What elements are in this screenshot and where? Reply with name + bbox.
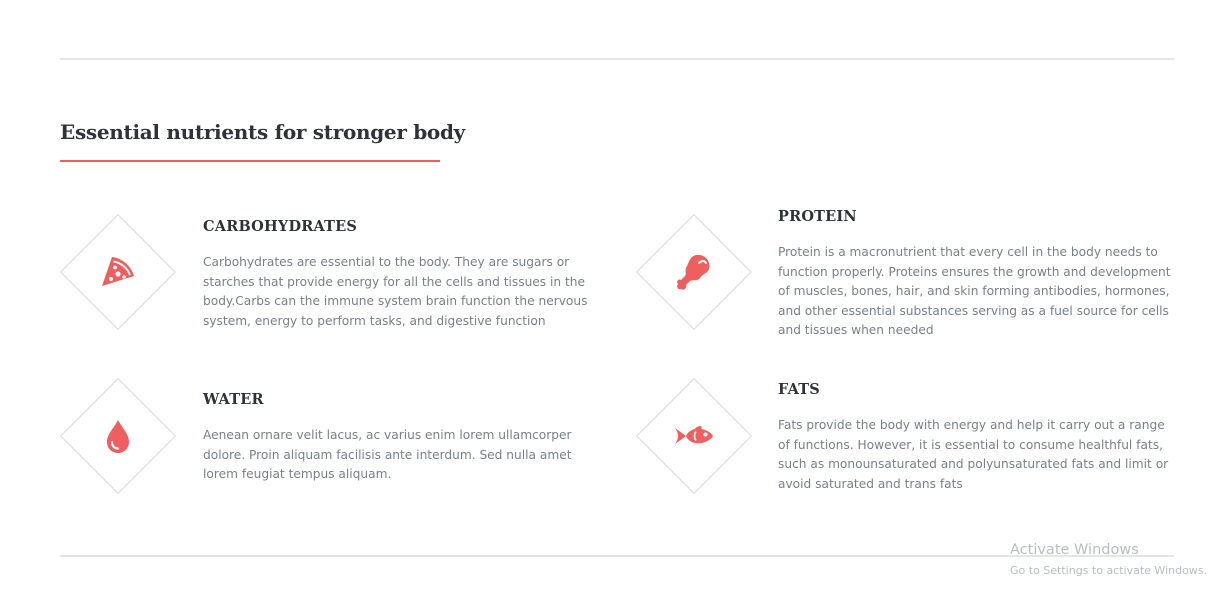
- icon-diamond: [636, 214, 752, 330]
- item-title: PROTEIN: [778, 208, 857, 225]
- pizza-slice-icon: [102, 257, 134, 286]
- title-underline: [60, 160, 440, 162]
- item-title: CARBOHYDRATES: [203, 218, 358, 235]
- water-drop-icon: [107, 420, 129, 453]
- item-title: WATER: [203, 391, 264, 408]
- drumstick-icon: [677, 254, 710, 290]
- item-description: Aenean ornare velit lacus, ac varius eni…: [203, 428, 572, 482]
- watermark-subtitle: Go to Settings to activate Windows.: [1010, 564, 1208, 577]
- item-title: FATS: [778, 381, 820, 398]
- icon-diamond: [60, 378, 176, 494]
- fish-icon: [675, 426, 713, 444]
- item-description: Carbohydrates are essential to the body.…: [203, 255, 588, 328]
- section-title: Essential nutrients for stronger body: [60, 120, 465, 144]
- icon-diamond: [60, 214, 176, 330]
- bottom-divider: [60, 555, 1174, 557]
- item-description: Fats provide the body with energy and he…: [778, 418, 1169, 491]
- windows-activation-watermark: Activate Windows Go to Settings to activ…: [1010, 541, 1207, 579]
- icon-diamond: [636, 378, 752, 494]
- top-divider: [60, 58, 1174, 60]
- item-description: Protein is a macronutrient that every ce…: [778, 245, 1171, 338]
- watermark-title: Activate Windows: [1010, 542, 1139, 558]
